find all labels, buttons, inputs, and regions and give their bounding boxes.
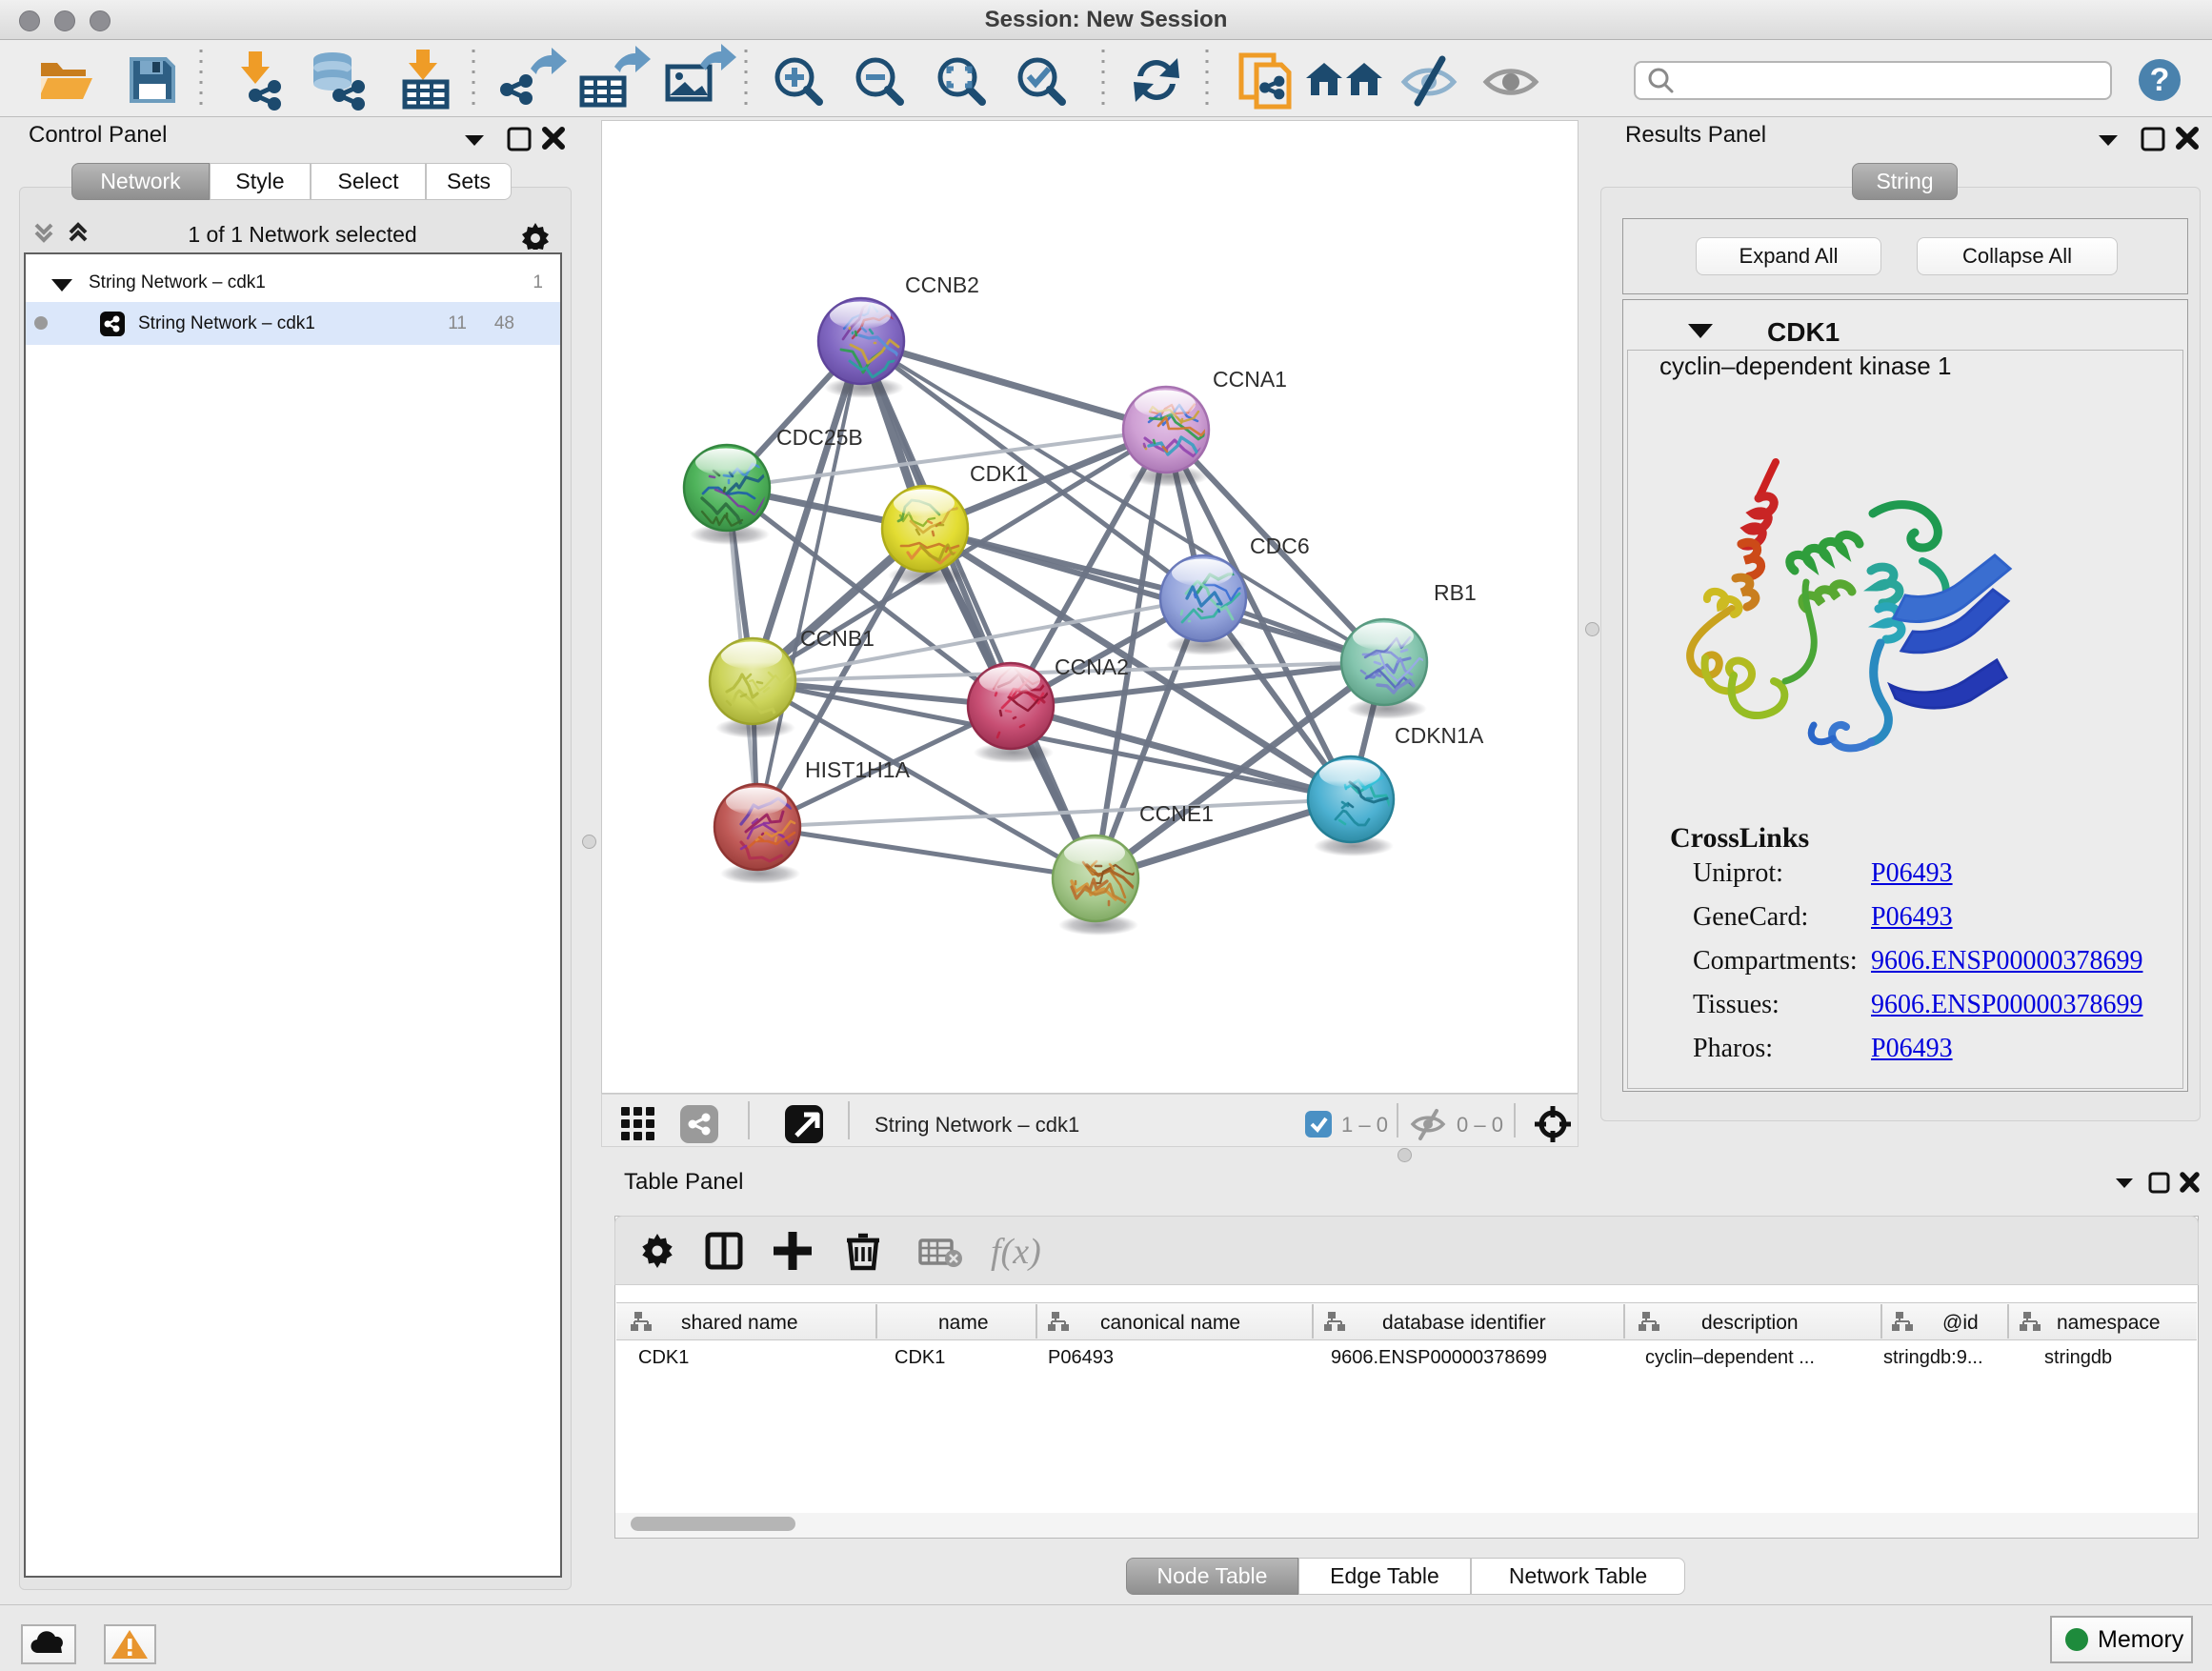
svg-text:CCNB1: CCNB1 [800,626,875,651]
svg-text:CDC6: CDC6 [1250,534,1310,558]
svg-text:0 – 0: 0 – 0 [1457,1113,1503,1137]
svg-text:RB1: RB1 [1434,580,1477,605]
svg-text:namespace: namespace [2057,1312,2161,1334]
svg-text:CCNA1: CCNA1 [1213,367,1287,392]
svg-text:CDKN1A: CDKN1A [1395,723,1484,748]
svg-text:CCNE1: CCNE1 [1139,801,1214,826]
svg-text:CDK1: CDK1 [970,461,1028,486]
svg-text:CDC25B: CDC25B [776,425,863,450]
svg-text:String Network – cdk1: String Network – cdk1 [875,1113,1079,1137]
svg-text:CCNA2: CCNA2 [1055,654,1129,679]
svg-text:name: name [938,1312,989,1334]
svg-text:?: ? [2150,62,2170,98]
svg-text:1 – 0: 1 – 0 [1341,1113,1388,1137]
svg-text:database identifier: database identifier [1382,1312,1546,1334]
svg-text:shared name: shared name [681,1312,798,1334]
svg-text:HIST1H1A: HIST1H1A [805,757,911,782]
svg-text:CCNB2: CCNB2 [905,272,979,297]
svg-text:f(x): f(x) [991,1232,1041,1272]
svg-text:@id: @id [1942,1312,1979,1334]
svg-text:canonical name: canonical name [1100,1312,1240,1334]
svg-text:description: description [1701,1312,1799,1334]
